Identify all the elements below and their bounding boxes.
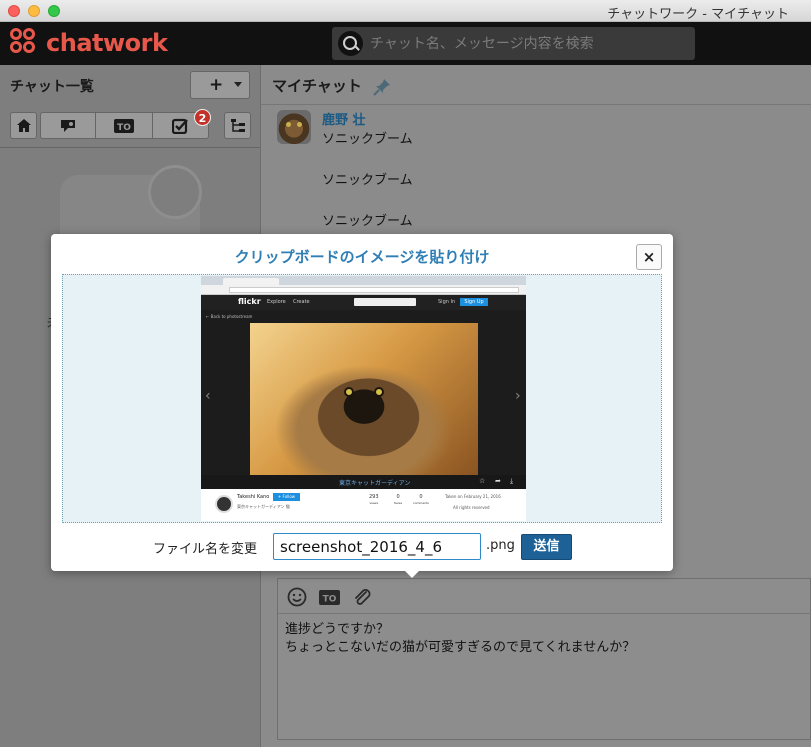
filename-label: ファイル名を変更 xyxy=(153,542,258,557)
chatwork-logo[interactable]: chatwork xyxy=(10,28,168,58)
app-header: chatwork xyxy=(0,22,811,65)
room-header: マイチャット xyxy=(261,65,811,105)
to-icon: TO xyxy=(318,589,340,605)
toggle-tree-button[interactable] xyxy=(224,112,251,139)
filter-mention-button[interactable] xyxy=(40,112,96,139)
dialog-pointer xyxy=(403,569,421,578)
search-box xyxy=(332,27,695,60)
file-extension: .png xyxy=(486,538,515,553)
message-item[interactable]: ソニックブーム xyxy=(261,169,811,191)
empty-state-ring xyxy=(148,165,202,219)
image-preview-area: flickr Explore Create Sign In Sign Up ← … xyxy=(62,274,662,523)
search-input[interactable] xyxy=(370,27,690,60)
message-textarea[interactable]: 進捗どうですか？ ちょっとこないだの猫が可愛すぎるので見てくれませんか？ xyxy=(285,621,805,657)
pin-icon[interactable] xyxy=(372,77,392,97)
window-zoom-button[interactable] xyxy=(48,5,60,17)
message-sender[interactable]: 鹿野 壮 xyxy=(322,109,366,128)
paperclip-icon xyxy=(355,589,371,605)
message-item[interactable]: 鹿野 壮 ソニックブーム xyxy=(261,110,811,155)
chevron-down-icon xyxy=(234,82,242,87)
cat-photo xyxy=(250,323,478,475)
chatwork-logo-icon xyxy=(10,28,40,58)
preview-prev-arrow: ‹ xyxy=(205,388,211,404)
paste-image-dialog: クリップボードのイメージを貼り付け × flickr Explore Creat… xyxy=(51,234,673,578)
window-close-button[interactable] xyxy=(8,5,20,17)
close-button[interactable]: × xyxy=(636,244,662,270)
sidebar-title: チャット一覧 xyxy=(10,79,94,95)
plus-icon: + xyxy=(209,75,224,95)
svg-text:TO: TO xyxy=(322,594,336,604)
composer-toolbar: TO xyxy=(278,579,811,614)
send-button[interactable]: 送信 xyxy=(521,534,572,560)
window-titlebar: チャットワーク - マイチャット xyxy=(0,0,811,22)
emoji-button[interactable] xyxy=(286,586,308,608)
filter-home-button[interactable] xyxy=(10,112,37,139)
filter-to-button[interactable]: TO xyxy=(95,112,153,139)
search-icon[interactable] xyxy=(338,31,363,56)
add-chat-button[interactable]: + xyxy=(190,71,250,99)
message-composer: TO 進捗どうですか？ ちょっとこないだの猫が可愛すぎるので見てくれませんか？ xyxy=(277,578,811,740)
svg-text:TO: TO xyxy=(117,123,131,133)
dialog-title: クリップボードのイメージを貼り付け xyxy=(234,248,490,266)
to-button[interactable]: TO xyxy=(318,586,340,608)
logo-text: chatwork xyxy=(46,29,168,57)
attach-file-button[interactable] xyxy=(351,586,373,608)
preview-next-arrow: › xyxy=(515,388,521,404)
sidebar-header: チャット一覧 + xyxy=(0,65,260,105)
room-title: マイチャット xyxy=(272,77,362,95)
window-minimize-button[interactable] xyxy=(28,5,40,17)
task-count-badge: 2 xyxy=(194,109,211,126)
message-body: ソニックブーム xyxy=(322,214,413,229)
preview-site-name: flickr xyxy=(238,297,261,306)
tree-view-icon xyxy=(230,118,245,132)
message-body: ソニックブーム xyxy=(322,132,413,147)
mention-icon xyxy=(61,120,75,132)
avatar[interactable] xyxy=(277,110,311,144)
pasted-screenshot-preview: flickr Explore Create Sign In Sign Up ← … xyxy=(201,276,526,521)
to-icon: TO xyxy=(114,118,134,133)
message-item[interactable]: ソニックブーム xyxy=(261,210,811,232)
filename-input[interactable] xyxy=(273,533,481,560)
message-body: ソニックブーム xyxy=(322,173,413,188)
home-icon xyxy=(16,119,31,132)
sidebar-divider xyxy=(0,147,260,148)
task-icon xyxy=(172,118,188,134)
emoji-icon xyxy=(287,587,307,607)
window-title: チャットワーク - マイチャット xyxy=(607,7,789,22)
